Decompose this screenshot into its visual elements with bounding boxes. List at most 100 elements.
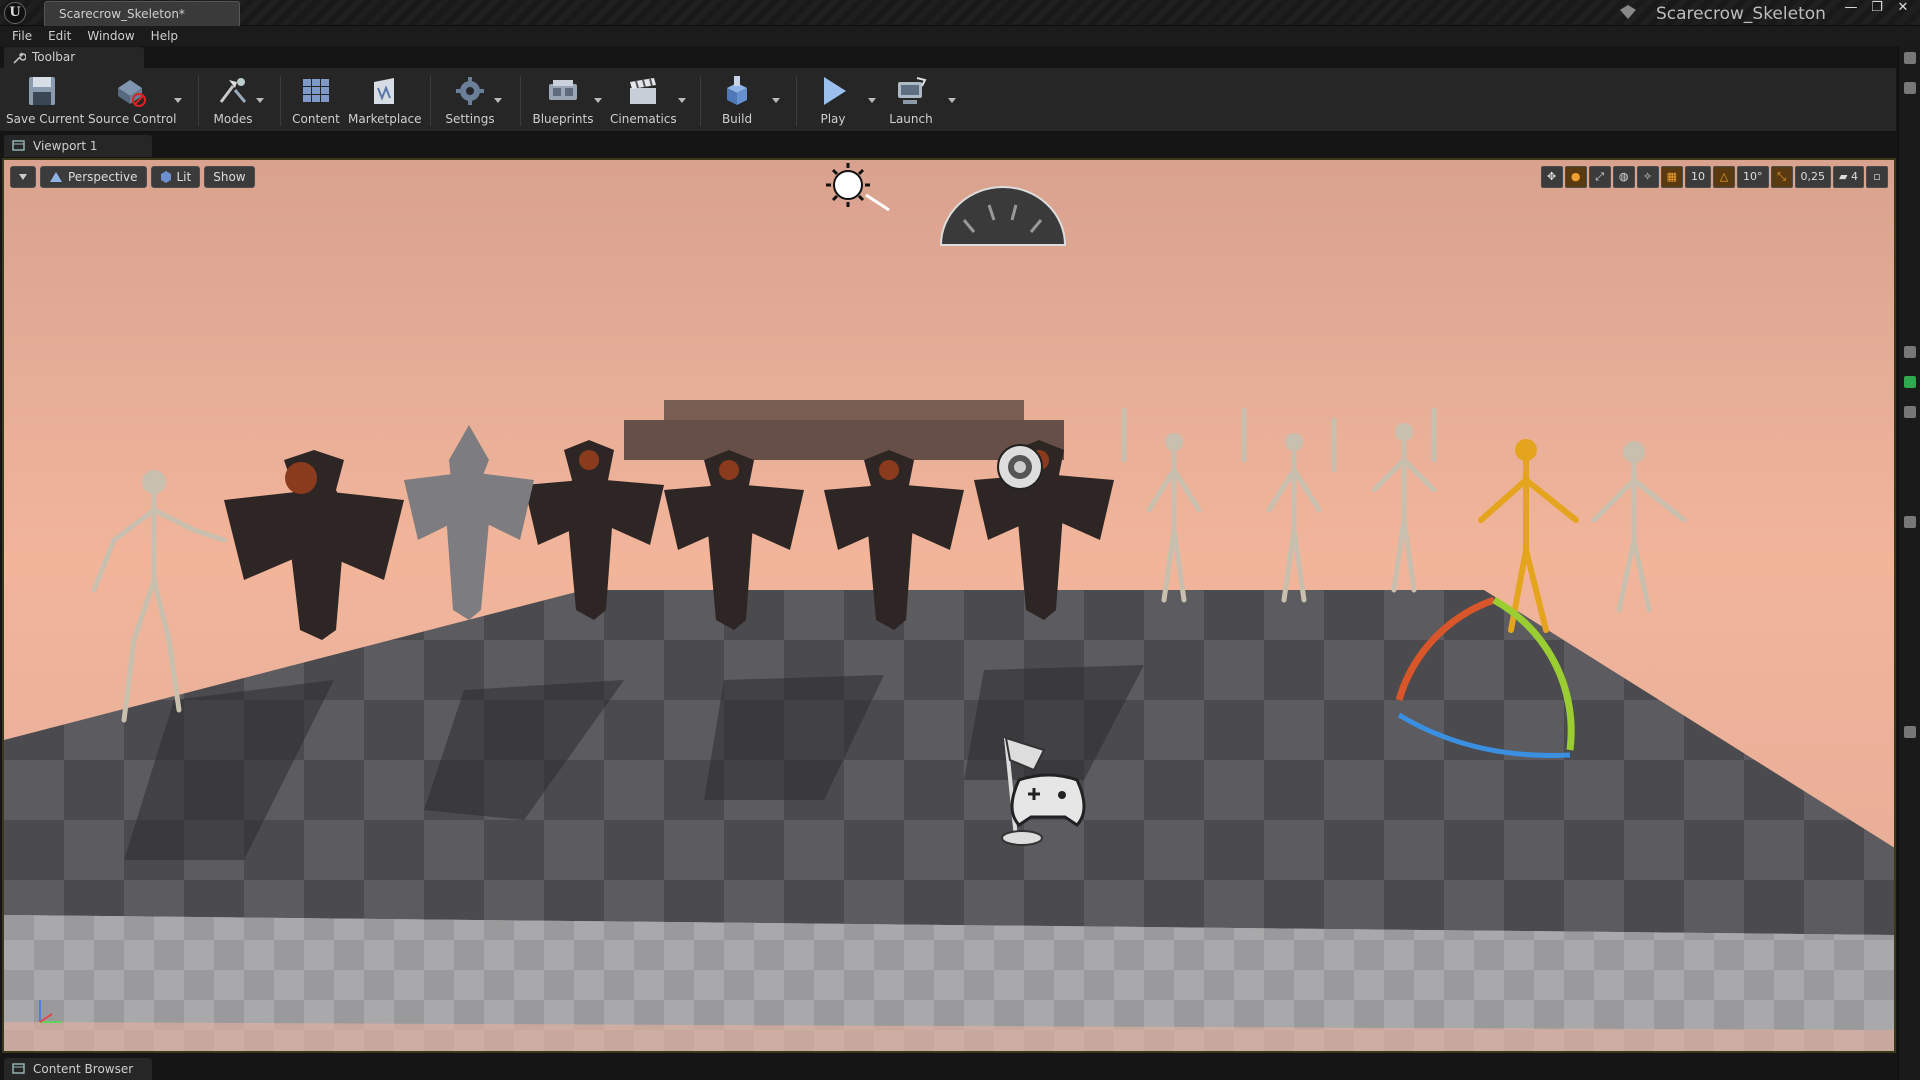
- build-button[interactable]: Build: [712, 72, 762, 130]
- show-button[interactable]: Show: [204, 166, 255, 188]
- window-controls: — ❐ ✕: [1838, 0, 1916, 18]
- settings-dropdown-icon[interactable]: [494, 98, 502, 103]
- blueprints-dropdown-icon[interactable]: [594, 98, 602, 103]
- viewport-tab-label: Viewport 1: [33, 139, 98, 153]
- perspective-icon: [50, 172, 62, 182]
- toolbar-separator: [520, 76, 521, 126]
- title-bar: U Scarecrow_Skeleton* Scarecrow_Skeleton…: [0, 0, 1920, 26]
- sky-light-icon[interactable]: [939, 186, 1067, 246]
- viewport-toolbar: Perspective Lit Show: [10, 166, 255, 188]
- launch-dropdown-icon[interactable]: [948, 98, 956, 103]
- launch-icon: [893, 74, 929, 108]
- source-control-label: Source Control: [88, 112, 177, 126]
- scale-snap-icon[interactable]: ⤡: [1770, 166, 1793, 188]
- perspective-label: Perspective: [68, 170, 138, 184]
- blueprints-label: Blueprints: [532, 112, 594, 126]
- grid-snap-icon[interactable]: ▦: [1660, 166, 1684, 188]
- minimize-button[interactable]: —: [1838, 0, 1864, 18]
- toolbar-tab-label: Toolbar: [32, 50, 76, 64]
- save-icon: [24, 74, 60, 108]
- build-dropdown-icon[interactable]: [772, 98, 780, 103]
- camera-icon: ▰: [1839, 170, 1851, 183]
- perspective-button[interactable]: Perspective: [40, 166, 147, 188]
- play-dropdown-icon[interactable]: [868, 98, 876, 103]
- menu-window[interactable]: Window: [79, 26, 142, 46]
- modes-dropdown-icon[interactable]: [256, 98, 264, 103]
- toolbar-separator: [700, 76, 701, 126]
- save-current-button[interactable]: Save Current: [6, 72, 85, 130]
- panel-icon[interactable]: [1904, 52, 1916, 64]
- marketplace-label: Marketplace: [348, 112, 422, 126]
- cinematics-dropdown-icon[interactable]: [678, 98, 686, 103]
- blueprints-icon: [545, 74, 581, 108]
- viewport-transform-toolbar: ✥ ● ⤢ ◍ ✧ ▦ 10 △ 10° ⤡ 0,25 ▰ 4 ▫: [1540, 166, 1888, 188]
- source-control-button[interactable]: Source Control: [88, 72, 177, 130]
- clapperboard-icon: [625, 74, 661, 108]
- panel-icon[interactable]: [1904, 82, 1916, 94]
- reflection-capture-icon[interactable]: [997, 444, 1043, 490]
- translate-mode-icon[interactable]: ✥: [1540, 166, 1563, 188]
- launch-button[interactable]: Launch: [884, 72, 938, 130]
- level-viewport[interactable]: Perspective Lit Show ✥ ● ⤢ ◍ ✧ ▦ 10 △ 10…: [2, 158, 1896, 1053]
- settings-button[interactable]: Settings: [440, 72, 500, 130]
- main-toolbar: Save Current Source Control Modes Conten…: [0, 68, 1896, 132]
- axis-indicator: [39, 1000, 62, 1023]
- details-panel-collapsed: [1898, 46, 1920, 1080]
- content-label: Content: [292, 112, 340, 126]
- world-space-icon[interactable]: ◍: [1612, 166, 1635, 188]
- rotation-snap-icon[interactable]: △: [1713, 166, 1736, 188]
- blueprints-button[interactable]: Blueprints: [530, 72, 596, 130]
- save-current-label: Save Current: [6, 112, 85, 126]
- project-title: Scarecrow_Skeleton: [1656, 4, 1826, 24]
- panel-icon[interactable]: [1904, 406, 1916, 418]
- content-button[interactable]: Content: [290, 72, 342, 130]
- grid-snap-value[interactable]: 10: [1685, 166, 1712, 188]
- close-button[interactable]: ✕: [1890, 0, 1916, 18]
- rotation-snap-value[interactable]: 10°: [1737, 166, 1769, 188]
- modes-button[interactable]: Modes: [208, 72, 258, 130]
- lit-label: Lit: [176, 170, 192, 184]
- search-icon[interactable]: [1904, 516, 1916, 528]
- toolbar-panel-tab[interactable]: Toolbar: [4, 47, 144, 68]
- viewport-tab[interactable]: Viewport 1: [4, 135, 152, 157]
- restore-button[interactable]: ❐: [1864, 0, 1890, 18]
- menu-edit[interactable]: Edit: [40, 26, 79, 46]
- toolbar-separator: [796, 76, 797, 126]
- viewport-options-dropdown[interactable]: [10, 166, 36, 188]
- viewport-tab-icon: [12, 139, 25, 157]
- document-tab[interactable]: Scarecrow_Skeleton*: [44, 1, 240, 26]
- maximize-viewport-icon[interactable]: ▫: [1866, 166, 1888, 188]
- scene-render: [4, 163, 1894, 1051]
- launch-label: Launch: [889, 112, 933, 126]
- settings-label: Settings: [445, 112, 495, 126]
- rotate-mode-icon[interactable]: ●: [1564, 166, 1587, 188]
- toolbar-separator: [430, 76, 431, 126]
- marketplace-button[interactable]: Marketplace: [348, 72, 422, 130]
- bottom-tabstrip: Content Browser: [0, 1058, 1898, 1080]
- camera-speed-button[interactable]: ▰ 4: [1833, 166, 1864, 188]
- play-label: Play: [820, 112, 846, 126]
- menu-help[interactable]: Help: [143, 26, 186, 46]
- build-label: Build: [721, 112, 753, 126]
- menu-bar: File Edit Window Help: [0, 26, 1920, 46]
- cinematics-button[interactable]: Cinematics: [610, 72, 677, 130]
- toolbar-separator: [198, 76, 199, 126]
- content-icon: [298, 74, 334, 108]
- show-label: Show: [213, 170, 246, 184]
- play-button[interactable]: Play: [808, 72, 858, 130]
- view-mode-icon: [160, 171, 171, 183]
- toolbar-tabstrip: Toolbar: [0, 46, 1920, 68]
- camera-speed-value: 4: [1851, 170, 1858, 183]
- source-control-dropdown-icon[interactable]: [174, 98, 182, 103]
- build-icon: [719, 74, 755, 108]
- panel-icon[interactable]: [1904, 346, 1916, 358]
- content-browser-tab[interactable]: Content Browser: [4, 1058, 152, 1080]
- lit-button[interactable]: Lit: [150, 166, 201, 188]
- add-icon[interactable]: [1904, 376, 1916, 388]
- panel-icon[interactable]: [1904, 726, 1916, 738]
- directional-light-icon[interactable]: [826, 163, 890, 212]
- menu-file[interactable]: File: [4, 26, 40, 46]
- scale-snap-value[interactable]: 0,25: [1794, 166, 1832, 188]
- scale-mode-icon[interactable]: ⤢: [1588, 166, 1611, 188]
- surface-snap-icon[interactable]: ✧: [1636, 166, 1659, 188]
